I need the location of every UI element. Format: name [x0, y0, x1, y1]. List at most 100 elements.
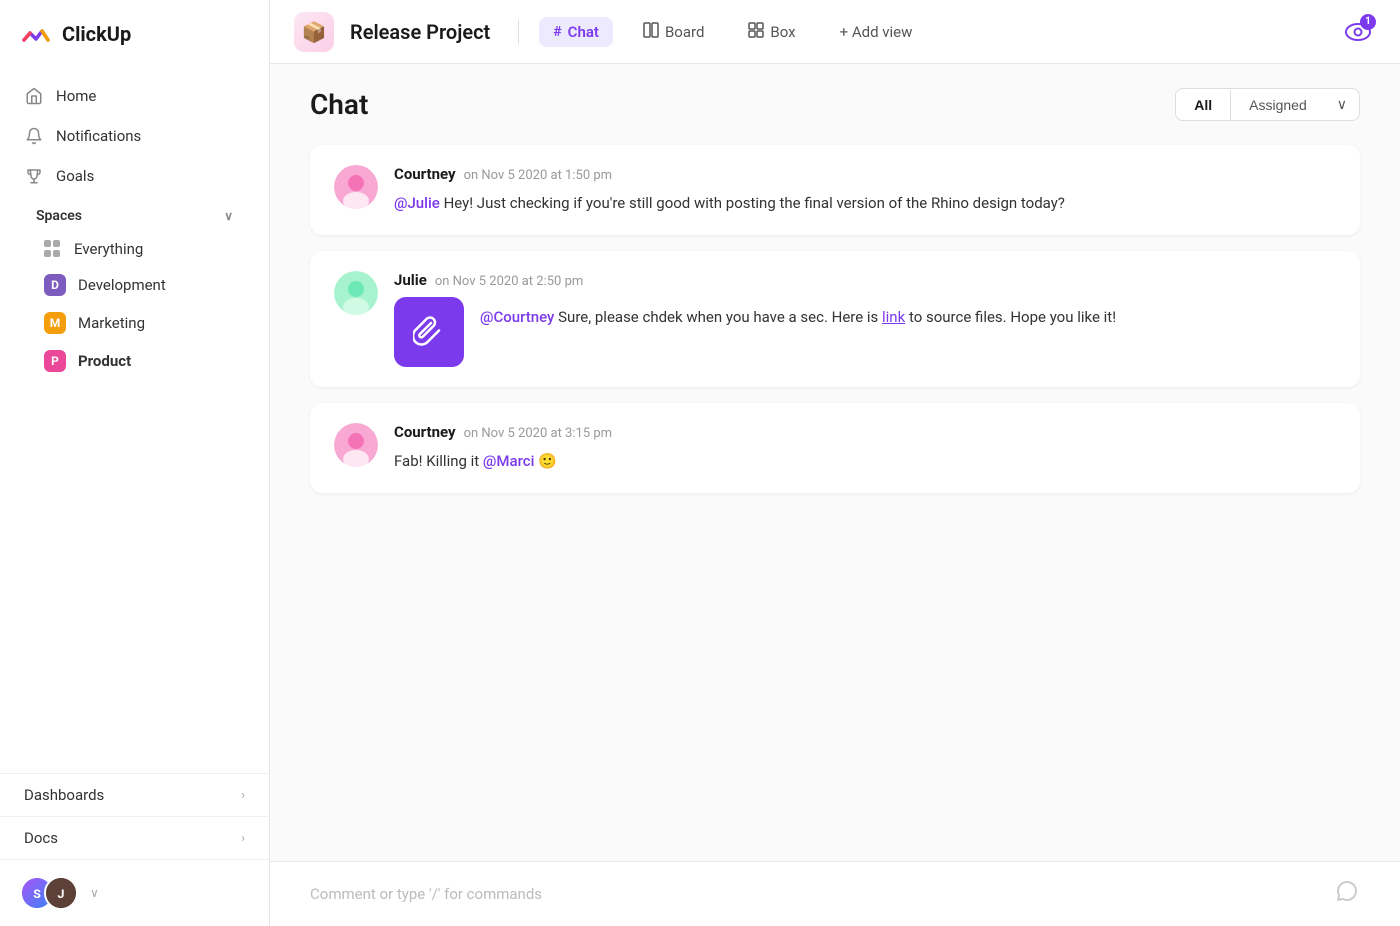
sidebar-item-marketing[interactable]: M Marketing [20, 304, 249, 342]
svg-text:S: S [33, 888, 41, 902]
project-icon: 📦 [294, 12, 334, 52]
sidebar-item-dashboards[interactable]: Dashboards › [0, 773, 269, 816]
watch-button[interactable]: 1 [1340, 14, 1376, 50]
project-title: Release Project [350, 20, 490, 44]
message-1-meta: Courtney on Nov 5 2020 at 1:50 pm [394, 165, 1336, 183]
message-1-avatar [334, 165, 378, 209]
courtney-avatar-icon [334, 165, 378, 209]
home-icon [24, 86, 44, 106]
sidebar-item-goals-label: Goals [56, 167, 94, 185]
message-2: Julie on Nov 5 2020 at 2:50 pm @Courtney… [310, 251, 1360, 387]
marketing-badge-letter: M [50, 316, 61, 330]
message-2-attachment-block: @Courtney Sure, please chdek when you ha… [394, 297, 1336, 367]
sidebar-item-notifications[interactable]: Notifications [12, 116, 257, 156]
tab-board-label: Board [665, 23, 704, 41]
sidebar-item-notifications-label: Notifications [56, 127, 141, 145]
filter-dropdown-button[interactable]: ∨ [1325, 89, 1359, 120]
message-2-avatar [334, 271, 378, 315]
sidebar-item-home[interactable]: Home [12, 76, 257, 116]
dashboards-chevron-icon: › [241, 788, 245, 803]
message-1: Courtney on Nov 5 2020 at 1:50 pm @Julie… [310, 145, 1360, 235]
message-1-author: Courtney [394, 165, 456, 183]
app-name: ClickUp [62, 22, 131, 46]
sidebar-item-docs[interactable]: Docs › [0, 816, 269, 859]
mention-courtney: @Courtney [480, 308, 554, 326]
message-3-time: on Nov 5 2020 at 3:15 pm [464, 426, 612, 441]
message-2-time: on Nov 5 2020 at 2:50 pm [435, 274, 583, 289]
spaces-chevron-icon[interactable]: ∨ [224, 209, 233, 223]
add-view-button[interactable]: + Add view [826, 17, 927, 47]
bell-icon [24, 126, 44, 146]
filter-assigned-button[interactable]: Assigned [1231, 90, 1325, 120]
main-content: 📦 Release Project # Chat Board Box + Add… [270, 0, 1400, 926]
sidebar-footer: S J ∨ [0, 859, 269, 926]
add-view-label: + Add view [840, 23, 913, 41]
sidebar-item-development-label: Development [78, 276, 166, 294]
board-tab-icon [643, 22, 659, 42]
sidebar: ClickUp Home Notifications Goals Spaces … [0, 0, 270, 926]
message-3-author: Courtney [394, 423, 456, 441]
sidebar-item-product[interactable]: P Product [20, 342, 249, 380]
message-2-content-1: Sure, please chdek when you have a sec. … [558, 308, 882, 326]
message-2-author: Julie [394, 271, 427, 289]
product-badge: P [44, 350, 66, 372]
message-3-content-1: Fab! Killing it [394, 452, 483, 470]
watch-badge: 1 [1360, 14, 1376, 30]
clickup-logo-icon [20, 18, 52, 50]
source-files-link[interactable]: link [882, 308, 905, 326]
docs-chevron-icon: › [241, 831, 245, 846]
chat-title: Chat [310, 88, 368, 121]
julie-avatar-icon [334, 271, 378, 315]
courtney-avatar-2-icon [334, 423, 378, 467]
message-3-text: Fab! Killing it @Marci 🙂 [394, 449, 1336, 473]
message-3-emoji: 🙂 [538, 452, 557, 470]
docs-label: Docs [24, 829, 58, 847]
message-1-text: @Julie Hey! Just checking if you're stil… [394, 191, 1336, 215]
user-switcher-chevron-icon[interactable]: ∨ [90, 886, 99, 900]
message-2-meta: Julie on Nov 5 2020 at 2:50 pm [394, 271, 1336, 289]
everything-icon [44, 240, 62, 258]
sidebar-item-goals[interactable]: Goals [12, 156, 257, 196]
spaces-header: Spaces ∨ [12, 196, 257, 232]
message-1-time: on Nov 5 2020 at 1:50 pm [464, 168, 612, 183]
paperclip-icon [413, 316, 445, 348]
comment-icon [1334, 878, 1360, 910]
user-avatars: S J [20, 876, 78, 910]
tab-board[interactable]: Board [629, 16, 718, 48]
message-1-content: Hey! Just checking if you're still good … [444, 194, 1065, 212]
chat-header-controls: All Assigned ∨ [1175, 88, 1360, 121]
tab-box[interactable]: Box [734, 16, 809, 48]
development-badge-letter: D [51, 278, 59, 292]
comment-placeholder[interactable]: Comment or type '/' for commands [310, 885, 1334, 903]
chat-area: Chat All Assigned ∨ [270, 64, 1400, 861]
sidebar-item-product-label: Product [78, 352, 131, 370]
sidebar-item-everything-label: Everything [74, 240, 143, 258]
dashboards-label: Dashboards [24, 786, 104, 804]
tab-chat-label: Chat [568, 23, 599, 41]
filter-all-button[interactable]: All [1176, 90, 1231, 120]
message-3-avatar [334, 423, 378, 467]
mention-julie: @Julie [394, 194, 440, 212]
comment-bar: Comment or type '/' for commands [270, 861, 1400, 926]
box-tab-icon [748, 22, 764, 42]
topbar-divider [518, 20, 519, 44]
message-1-body: Courtney on Nov 5 2020 at 1:50 pm @Julie… [394, 165, 1336, 215]
sidebar-item-everything[interactable]: Everything [20, 232, 249, 266]
tab-box-label: Box [770, 23, 795, 41]
attachment-icon [394, 297, 464, 367]
message-2-text: @Courtney Sure, please chdek when you ha… [480, 297, 1116, 329]
message-2-content-2: to source files. Hope you like it! [909, 308, 1116, 326]
message-2-body: Julie on Nov 5 2020 at 2:50 pm @Courtney… [394, 271, 1336, 367]
tab-chat[interactable]: # Chat [539, 17, 613, 47]
product-badge-letter: P [51, 354, 59, 368]
message-3-body: Courtney on Nov 5 2020 at 3:15 pm Fab! K… [394, 423, 1336, 473]
message-3-meta: Courtney on Nov 5 2020 at 3:15 pm [394, 423, 1336, 441]
logo: ClickUp [0, 0, 269, 68]
sidebar-item-home-label: Home [56, 87, 96, 105]
chat-tab-hash-icon: # [553, 24, 561, 40]
marketing-badge: M [44, 312, 66, 334]
sidebar-item-development[interactable]: D Development [20, 266, 249, 304]
avatar-user2[interactable]: J [44, 876, 78, 910]
development-badge: D [44, 274, 66, 296]
mention-marci: @Marci [483, 452, 534, 470]
